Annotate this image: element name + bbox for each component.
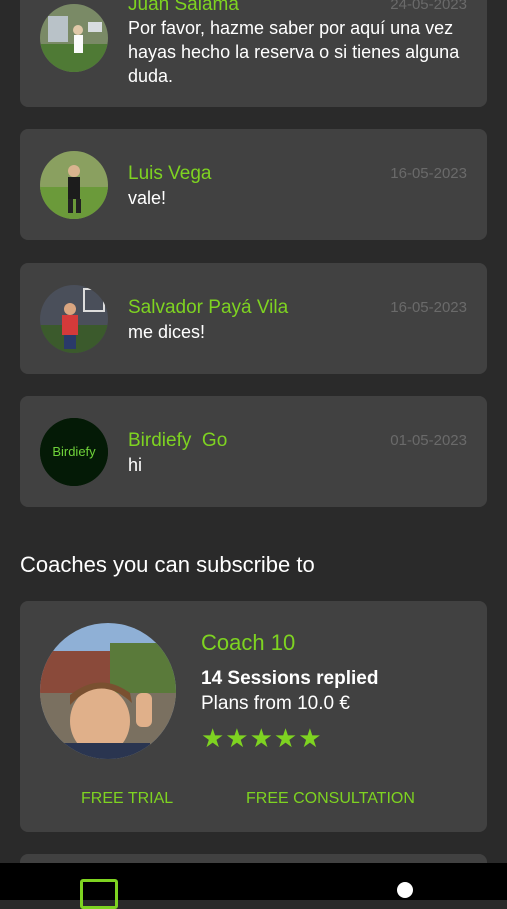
section-title: Coaches you can subscribe to bbox=[20, 552, 315, 577]
message-date: 01-05-2023 bbox=[390, 432, 467, 449]
sessions-count: 14 Sessions replied bbox=[201, 668, 379, 689]
bottom-nav bbox=[0, 863, 507, 909]
message-card[interactable]: Salvador Payá Vila 16-05-2023 me dices! bbox=[20, 263, 487, 374]
sender-name: Luis Vega bbox=[128, 163, 212, 184]
star-rating: ★★★★★ bbox=[201, 723, 323, 753]
message-text: Por favor, hazme saber por aquí una vez … bbox=[128, 18, 460, 86]
message-text: me dices! bbox=[128, 322, 206, 342]
message-text: vale! bbox=[128, 188, 167, 208]
free-consultation-button[interactable]: FREE CONSULTATION bbox=[246, 790, 415, 808]
avatar bbox=[40, 285, 108, 353]
plans-price: Plans from 10.0 € bbox=[201, 693, 350, 714]
message-card[interactable]: Luis Vega 16-05-2023 vale! bbox=[20, 129, 487, 240]
coach-card[interactable]: Coach 10 14 Sessions replied Plans from … bbox=[20, 601, 487, 832]
sender-name: Juan Salama bbox=[128, 0, 239, 15]
coach-name: Coach 10 bbox=[201, 630, 296, 655]
message-text: hi bbox=[128, 455, 143, 475]
avatar bbox=[40, 4, 108, 72]
free-trial-button[interactable]: FREE TRIAL bbox=[81, 790, 173, 808]
avatar bbox=[40, 151, 108, 219]
sender-name: Salvador Payá Vila bbox=[128, 297, 289, 318]
message-date: 16-05-2023 bbox=[390, 165, 467, 182]
dot-icon[interactable] bbox=[397, 882, 413, 898]
message-card[interactable]: Birdiefy Birdiefy Go 01-05-2023 hi bbox=[20, 396, 487, 507]
message-date: 16-05-2023 bbox=[390, 299, 467, 316]
message-date: 24-05-2023 bbox=[390, 0, 467, 13]
logo-text: Birdiefy bbox=[52, 444, 96, 459]
square-icon[interactable] bbox=[80, 879, 118, 909]
sender-name: Birdiefy Go bbox=[128, 430, 228, 451]
coach-avatar bbox=[40, 623, 176, 759]
birdiefy-logo-icon: Birdiefy bbox=[40, 418, 108, 486]
message-card[interactable]: Juan Salama 24-05-2023 Por favor, hazme … bbox=[20, 0, 487, 107]
